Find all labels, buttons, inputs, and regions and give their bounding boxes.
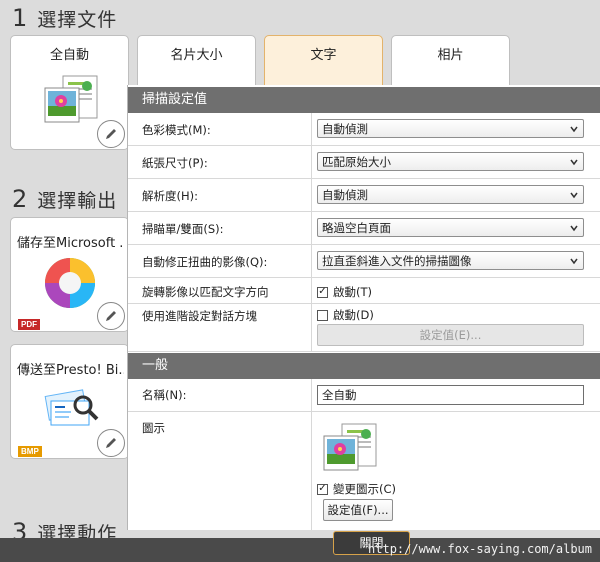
output-card-presto[interactable]: 傳送至Presto! Bi... BMP — [10, 344, 129, 459]
output-card-microsoft[interactable]: 儲存至Microsoft ... PDF — [10, 217, 129, 332]
step1-title: 選擇文件 — [37, 9, 118, 31]
row-divider — [311, 278, 312, 303]
row-divider — [311, 212, 312, 244]
checkmark-icon: ✓ — [317, 483, 328, 495]
step2-number: 2 — [12, 185, 28, 213]
paper-size-select[interactable]: 匹配原始大小 — [317, 152, 584, 171]
icon-settings-button[interactable]: 設定值(F)... — [323, 499, 393, 521]
step1-number: 1 — [12, 4, 28, 32]
paper-size-label: 紙張尺寸(P): — [142, 156, 208, 170]
rotate-checkbox-label: 啟動(T) — [333, 285, 372, 299]
pencil-icon — [106, 311, 116, 321]
name-label: 名稱(N): — [142, 388, 187, 402]
simplex-duplex-row: 掃瞄單/雙面(S): 略過空白頁面 — [128, 212, 600, 245]
pdf-badge: PDF — [18, 319, 40, 330]
row-divider — [311, 379, 312, 411]
edit-pencil-button[interactable] — [97, 429, 125, 457]
color-mode-select[interactable]: 自動偵測 — [317, 119, 584, 138]
step2-title: 選擇輸出 — [37, 190, 118, 212]
office-pie-icon — [45, 258, 95, 308]
edit-pencil-button[interactable] — [97, 120, 125, 148]
name-input[interactable]: 全自動 — [317, 385, 584, 405]
doc-card-label: 文字 — [310, 48, 337, 63]
doc-card-label: 相片 — [437, 48, 464, 63]
photo-document-icon — [323, 423, 377, 471]
output-card-label: 儲存至Microsoft ... — [17, 236, 124, 251]
rotate-label: 旋轉影像以匹配文字方向 — [142, 285, 269, 299]
row-divider — [311, 113, 312, 145]
doc-card-auto[interactable]: 全自動 — [10, 35, 129, 150]
business-card-magnifier-icon — [44, 389, 99, 426]
general-header: 一般 — [128, 353, 600, 379]
advanced-dialog-label: 使用進階設定對話方塊 — [142, 309, 257, 323]
simplex-duplex-label: 掃瞄單/雙面(S): — [142, 222, 224, 236]
chevron-down-icon — [570, 126, 578, 133]
deskew-select[interactable]: 拉直歪斜進入文件的掃描圖像 — [317, 251, 584, 270]
chevron-down-icon — [570, 192, 578, 199]
deskew-value: 拉直歪斜進入文件的掃描圖像 — [322, 254, 472, 268]
edit-pencil-button[interactable] — [97, 302, 125, 330]
photo-document-icon — [44, 75, 98, 123]
advanced-dialog-row: 使用進階設定對話方塊 啟動(D) 設定值(E)... — [128, 304, 600, 352]
resolution-select[interactable]: 自動偵測 — [317, 185, 584, 204]
chevron-down-icon — [570, 258, 578, 265]
step2-heading: 2 選擇輸出 — [12, 185, 117, 213]
rotate-row: 旋轉影像以匹配文字方向 ✓ 啟動(T) — [128, 278, 600, 304]
doc-card-label: 名片大小 — [170, 48, 223, 63]
advanced-checkbox-label: 啟動(D) — [333, 308, 374, 322]
advanced-settings-button[interactable]: 設定值(E)... — [317, 324, 584, 346]
color-mode-value: 自動偵測 — [322, 122, 368, 136]
name-row: 名稱(N): 全自動 — [128, 379, 600, 412]
deskew-row: 自動修正扭曲的影像(Q): 拉直歪斜進入文件的掃描圖像 — [128, 245, 600, 278]
deskew-label: 自動修正扭曲的影像(Q): — [142, 255, 268, 269]
simplex-duplex-value: 略過空白頁面 — [322, 221, 391, 235]
row-divider — [311, 412, 312, 530]
output-card-label: 傳送至Presto! Bi... — [17, 363, 124, 378]
row-divider — [311, 179, 312, 211]
advanced-dialog-checkbox[interactable]: 啟動(D) — [317, 307, 374, 323]
step1-heading: 1 選擇文件 — [12, 4, 117, 32]
simplex-duplex-select[interactable]: 略過空白頁面 — [317, 218, 584, 237]
icon-row: 圖示 ✓ 變更圖示(C) 設定值(F)... — [128, 412, 600, 530]
doc-card-label: 全自動 — [49, 48, 89, 63]
icon-label: 圖示 — [142, 421, 165, 435]
chevron-down-icon — [570, 225, 578, 232]
paper-size-row: 紙張尺寸(P): 匹配原始大小 — [128, 146, 600, 179]
checkmark-icon: ✓ — [317, 286, 328, 298]
color-mode-label: 色彩模式(M): — [142, 123, 211, 137]
settings-panel: 掃描設定值 色彩模式(M): 自動偵測 紙張尺寸(P): 匹配原始大小 解析度(… — [127, 85, 600, 530]
resolution-row: 解析度(H): 自動偵測 — [128, 179, 600, 212]
rotate-checkbox[interactable]: ✓ 啟動(T) — [317, 284, 372, 300]
resolution-label: 解析度(H): — [142, 189, 198, 203]
bmp-badge: BMP — [18, 446, 42, 457]
watermark-text: http://www.fox-saying.com/album — [368, 542, 592, 556]
color-mode-row: 色彩模式(M): 自動偵測 — [128, 113, 600, 146]
resolution-value: 自動偵測 — [322, 188, 368, 202]
checkbox-empty-icon — [317, 309, 328, 321]
row-divider — [311, 245, 312, 277]
row-divider — [311, 146, 312, 178]
paper-size-value: 匹配原始大小 — [322, 155, 391, 169]
scan-settings-header: 掃描設定值 — [128, 87, 600, 113]
row-divider — [311, 304, 312, 351]
chevron-down-icon — [570, 159, 578, 166]
pencil-icon — [106, 129, 116, 139]
change-icon-checkbox-label: 變更圖示(C) — [333, 482, 397, 496]
change-icon-checkbox[interactable]: ✓ 變更圖示(C) — [317, 481, 396, 497]
pencil-icon — [106, 438, 116, 448]
